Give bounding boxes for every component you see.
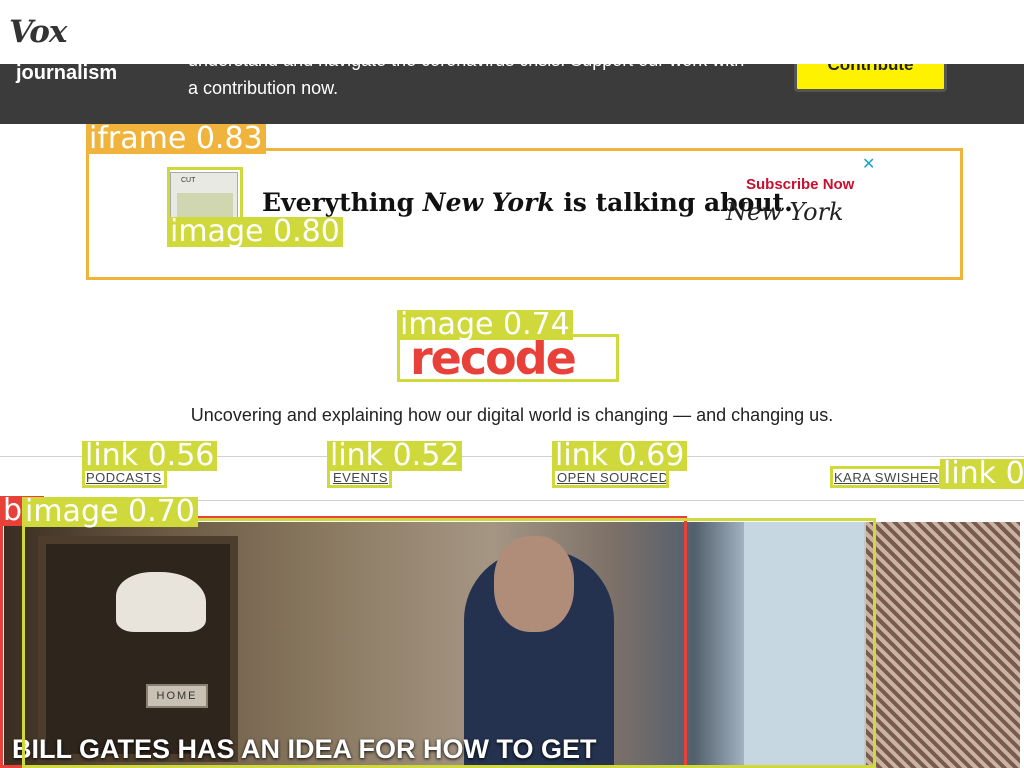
hero-window [744, 522, 864, 768]
detection-label-logo-image: image 0.74 [397, 310, 573, 340]
hero-headline[interactable]: BILL GATES HAS AN IDEA FOR HOW TO GET [12, 734, 597, 765]
detection-label-ad-image: image 0.80 [167, 217, 343, 247]
hero-home-plaque: HOME [146, 684, 208, 708]
hero-story-image[interactable]: HOME BILL GATES HAS AN IDEA FOR HOW TO G… [4, 522, 1020, 768]
detection-label-link-events: link 0.52 [327, 441, 463, 471]
detection-label-hero-image: image 0.70 [22, 497, 198, 527]
ad-headline-brand: New York [422, 188, 555, 217]
detection-label-link-open-sourced: link 0.69 [552, 441, 688, 471]
detection-label-link-kara-swisher: link 0 [940, 459, 1024, 489]
hero-bookshelf [38, 536, 238, 762]
hero-person-head [494, 536, 574, 632]
ad-thumb-text: CUT [181, 177, 196, 184]
site-header: Vox [0, 0, 1024, 64]
hero-curtain [866, 522, 1020, 768]
recode-logo[interactable]: recode [410, 335, 577, 381]
ad-brand-logo: New York [726, 198, 844, 226]
banner-heading: journalism [16, 62, 118, 84]
detection-label-link-podcasts: link 0.56 [82, 441, 218, 471]
nav-link-kara-swisher[interactable]: KARA SWISHER [834, 470, 939, 485]
ad-headline[interactable]: Everything New York is talking about. [262, 188, 793, 217]
ad-headline-pre: Everything [262, 188, 423, 217]
ad-subscribe-link[interactable]: Subscribe Now [746, 176, 854, 193]
ad-close-icon[interactable]: ✕ [862, 154, 875, 174]
detection-label-iframe: iframe 0.83 [86, 124, 266, 154]
site-tagline: Uncovering and explaining how our digita… [190, 405, 834, 425]
hero-dog-statue [116, 572, 206, 632]
vox-logo[interactable]: Vox [9, 14, 67, 50]
